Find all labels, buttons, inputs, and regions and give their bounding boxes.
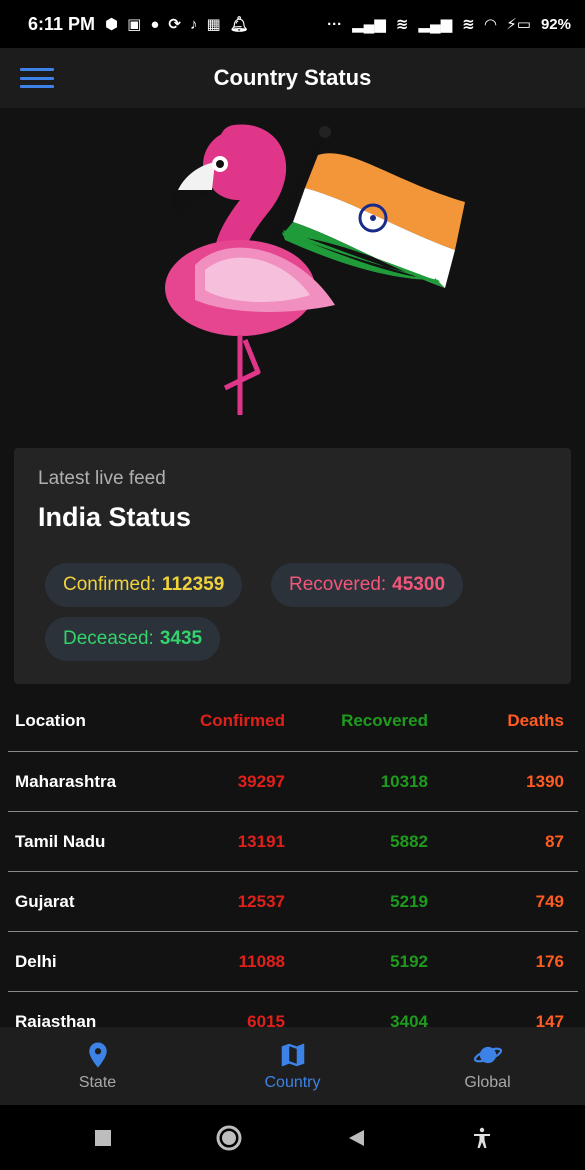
row-recovered: 10318 [380,771,428,791]
back-button[interactable] [336,1118,376,1158]
accessibility-icon [473,1127,490,1148]
location-pin-icon [88,1042,107,1068]
confirmed-label: Confirmed: [63,574,156,595]
table-row[interactable]: Delhi 11088 5192 176 [8,932,578,992]
status-time: 6:11 PM [28,13,96,34]
recovered-label: Recovered: [289,574,387,595]
table-row[interactable]: Tamil Nadu 13191 5882 87 [8,812,578,872]
recovered-value: 45300 [392,574,446,595]
row-location: Gujarat [15,891,75,911]
status-right: ··· ▂▄▆ ≋ ▂▄▆ ≋ ◠ ⚡▭ 92% [327,15,571,34]
card-title: India Status [38,502,192,532]
table-row[interactable]: Maharashtra 39297 10318 1390 [8,752,578,812]
row-deaths: 87 [545,831,564,851]
nav-country[interactable]: Country [195,1027,390,1105]
page-title: Country Status [213,65,372,90]
accessibility-button[interactable] [462,1118,502,1158]
nav-state-label: State [78,1074,117,1091]
wifi-icon-2: ≋ [462,16,475,33]
row-recovered: 5192 [390,951,428,971]
row-recovered: 5219 [390,891,428,911]
row-deaths: 1390 [526,771,564,791]
menu-icon[interactable] [20,68,54,88]
row-location: Rajasthan [15,1011,97,1029]
row-location: Maharashtra [15,771,117,791]
nav-global[interactable]: Global [390,1027,585,1105]
recents-button[interactable] [83,1118,123,1158]
status-bar: 6:11 PM ⬢ ▣ ● ⟳ ♪ ▦ 🔔︎ ··· ▂▄▆ ≋ ▂▄▆ ≋ ◠… [0,0,585,48]
app-bar: Country Status [0,48,585,108]
row-confirmed: 39297 [237,771,285,791]
home-button[interactable] [209,1118,249,1158]
status-left-icons: ⬢ ▣ ● ⟳ ♪ ▦ 🔔︎ [105,17,249,32]
row-confirmed: 11088 [238,951,285,971]
row-confirmed: 6015 [247,1011,285,1029]
nav-global-label: Global [464,1074,511,1091]
planet-icon [473,1046,502,1064]
jio-icon: ● [150,15,160,33]
hero-illustration [0,110,585,440]
row-deaths: 749 [535,891,564,911]
confirmed-chip: Confirmed: 112359 [45,563,243,607]
header-confirmed: Confirmed [200,710,285,730]
table-row[interactable]: Gujarat 12537 5219 749 [8,872,578,932]
row-confirmed: 12537 [237,891,285,911]
deceased-label: Deceased: [63,628,154,649]
bell-icon: 🔔︎ [229,15,249,33]
row-deaths: 176 [535,951,564,971]
row-confirmed: 13191 [237,831,285,851]
flamingo-flag-illustration [165,124,465,415]
map-icon [281,1043,304,1067]
signal-icon-2: ▂▄▆ [418,16,453,33]
deceased-value: 3435 [159,628,203,649]
row-recovered: 5882 [390,831,428,851]
more-dots-icon: ··· [327,15,343,33]
state-table[interactable]: Location Confirmed Recovered Deaths Maha… [8,690,578,1028]
back-triangle-icon [348,1129,364,1146]
signal-icon: ▂▄▆ [352,16,386,33]
header-recovered: Recovered [341,710,428,730]
deceased-chip: Deceased: 3435 [45,617,221,661]
row-deaths: 147 [535,1011,564,1029]
nav-country-label: Country [264,1074,321,1091]
square-icon [95,1129,112,1146]
bolt-icon: ⬢ [105,15,119,33]
card-subtitle: Latest live feed [38,468,166,489]
circle-icon [216,1125,242,1150]
bottom-navigation: State Country Global [0,1027,585,1105]
system-navigation-bar [0,1105,585,1170]
card-icon: ▣ [127,15,142,33]
battery-percent: 92% [540,15,571,33]
confirmed-value: 112359 [161,574,225,595]
india-status-card: Latest live feed India Status Confirmed:… [14,448,571,684]
row-location: Delhi [15,951,57,971]
header-deaths: Deaths [507,710,564,730]
header-location: Location [15,710,86,730]
sync-icon: ⟳ [168,15,181,33]
table-header: Location Confirmed Recovered Deaths [8,690,578,752]
hotspot-icon: ◠ [484,16,497,33]
table-row[interactable]: Rajasthan 6015 3404 147 [8,992,578,1029]
nav-state[interactable]: State [0,1027,195,1105]
grid-icon: ▦ [206,15,221,33]
wifi-icon: ≋ [395,16,409,33]
tiktok-icon: ♪ [189,15,198,33]
row-recovered: 3404 [390,1011,428,1029]
recovered-chip: Recovered: 45300 [271,563,464,607]
row-location: Tamil Nadu [15,831,106,851]
battery-icon: ⚡▭ [506,16,531,33]
